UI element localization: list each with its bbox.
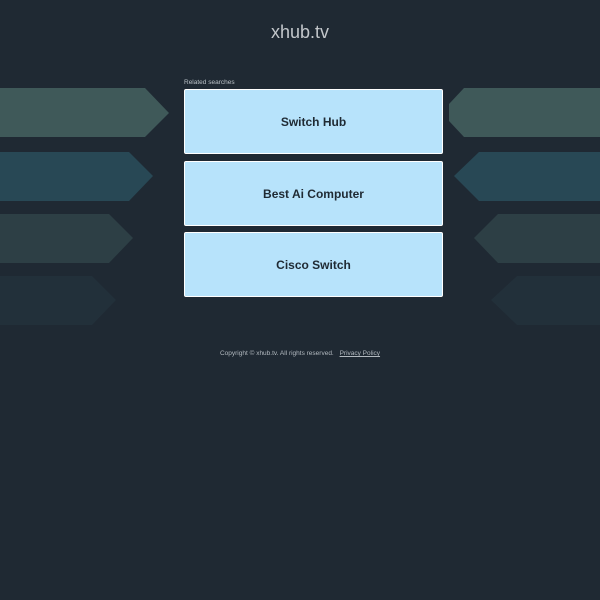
left-arrow-1 [0,88,169,137]
related-search-cisco-switch[interactable]: Cisco Switch [184,232,443,297]
copyright-text: Copyright © xhub.tv. All rights reserved… [219,350,334,357]
left-arrow-3 [0,214,133,263]
right-arrow-4 [491,276,600,325]
right-arrow-2 [454,152,600,201]
privacy-policy-link[interactable]: Privacy Policy [340,350,380,357]
footer: Copyright © xhub.tv. All rights reserved… [0,350,600,357]
left-arrow-4 [0,276,116,325]
related-search-switch-hub[interactable]: Switch Hub [184,89,443,154]
related-searches-label: Related searches [184,79,235,86]
related-search-best-ai-computer[interactable]: Best Ai Computer [184,161,443,226]
right-arrow-3 [474,214,600,263]
left-arrow-2 [0,152,153,201]
right-arrow-1 [449,88,600,137]
